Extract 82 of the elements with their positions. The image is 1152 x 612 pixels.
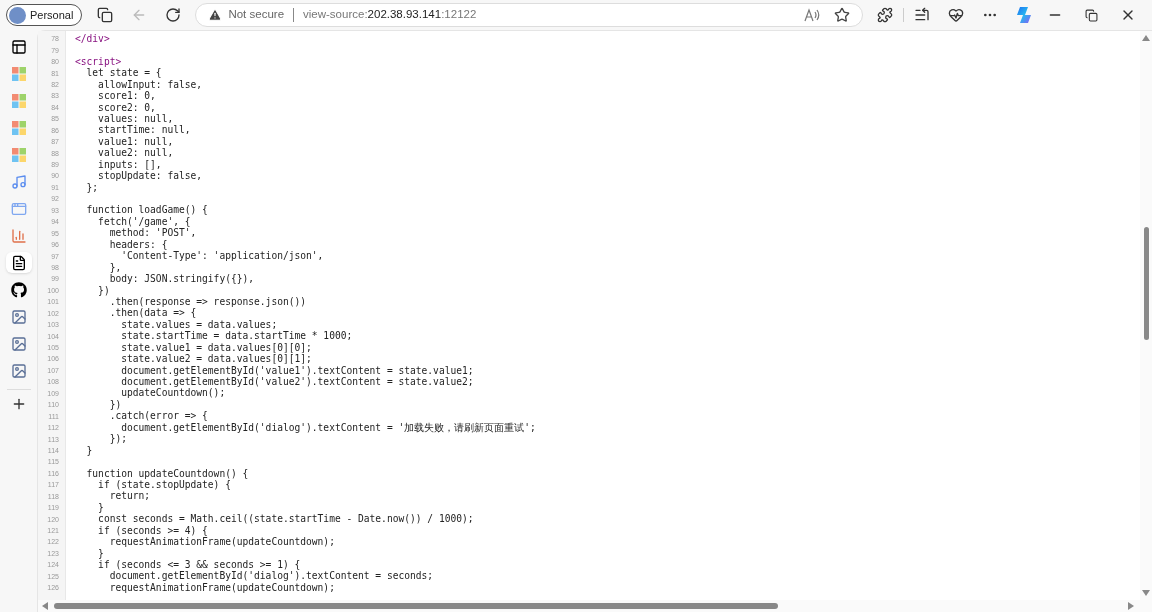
- code-line: state.startTime = data.startTime * 1000;: [120, 331, 353, 341]
- code-line: inputs: [],: [97, 159, 162, 170]
- code-line: }: [97, 502, 104, 513]
- read-aloud-icon[interactable]: [804, 8, 821, 22]
- code-line: }): [108, 399, 122, 410]
- code-line: function updateCountdown() {: [85, 468, 249, 479]
- code-line: state.values = data.values;: [120, 319, 278, 330]
- code-line: state.value2 = data.values[0][1];: [120, 354, 312, 364]
- security-label: Not secure: [228, 7, 285, 23]
- code-line: };: [85, 182, 99, 193]
- app-grid-icon: [11, 147, 26, 162]
- extensions-icon[interactable]: [877, 7, 894, 23]
- image-icon: [10, 362, 27, 379]
- window-icon: [10, 200, 27, 217]
- code-line: },: [108, 262, 122, 273]
- code-line: if (state.stopUpdate) {: [97, 480, 231, 490]
- code-line: headers: {: [108, 239, 168, 250]
- code-line: fetch('/game', {: [97, 216, 191, 227]
- code-line: startTime: null,: [97, 125, 191, 135]
- avatar-icon: [9, 6, 26, 24]
- code-line: .then(data => {: [108, 308, 197, 318]
- browser-essentials-icon[interactable]: [948, 7, 965, 23]
- code-line: .catch(error => {: [108, 411, 208, 421]
- code-line: document.getElementById('dialog').textContent = '加载失败，请刷新页面重试';: [120, 422, 536, 433]
- scroll-down-icon[interactable]: [1142, 590, 1150, 596]
- code-line: body: JSON.stringify({}),: [108, 274, 255, 284]
- app-grid-icon: [11, 66, 26, 81]
- code-line: values: null,: [97, 114, 174, 124]
- code-line: document.getElementById('dialog').textContent = seconds;: [108, 571, 434, 582]
- code-line: 'Content-Type': 'application/json',: [120, 251, 324, 261]
- sidebar-item[interactable]: [5, 252, 32, 273]
- scrollbar-thumb[interactable]: [1143, 227, 1149, 340]
- code-line: method: 'POST',: [109, 228, 197, 238]
- code-line: stopUpdate: false,: [97, 171, 203, 181]
- code-line: }): [97, 285, 110, 296]
- code-line: if (seconds >= 4) {: [97, 525, 208, 536]
- document-icon: [10, 254, 27, 271]
- address-bar[interactable]: Not secure view-source:202.38.93.141:12122: [195, 3, 864, 27]
- image-icon: [10, 308, 27, 325]
- scroll-left-icon[interactable]: [42, 602, 48, 610]
- vertical-scrollbar[interactable]: [1140, 31, 1152, 600]
- restore-icon[interactable]: [1085, 8, 1098, 22]
- code-line: });: [108, 434, 127, 444]
- profile-button[interactable]: Personal: [6, 4, 83, 26]
- code-line: </div>: [75, 33, 110, 44]
- refresh-icon[interactable]: [165, 7, 182, 23]
- code-line: }: [97, 548, 104, 559]
- scroll-right-icon[interactable]: [1128, 602, 1134, 610]
- warning-icon: [208, 8, 223, 22]
- code-line: .then(response => response.json()): [108, 297, 307, 307]
- url-text: view-source:202.38.93.141:12122: [303, 7, 477, 23]
- code-line: state.value1 = data.values[0][0];: [120, 342, 312, 353]
- code-line: document.getElementById('value2').textContent = state.value2;: [120, 377, 474, 387]
- workspaces-icon[interactable]: [97, 7, 114, 23]
- app-grid-icon: [11, 120, 26, 135]
- code-line: requestAnimationFrame(updateCountdown);: [108, 582, 335, 593]
- code-line: if (seconds <= 3 && seconds >= 1) {: [97, 560, 301, 570]
- favorite-icon[interactable]: [834, 7, 851, 23]
- chart-icon: [10, 227, 27, 244]
- app-grid-icon: [11, 93, 26, 108]
- scrollbar-thumb[interactable]: [54, 603, 778, 609]
- code-line: updateCountdown();: [120, 388, 226, 399]
- horizontal-scrollbar[interactable]: [38, 600, 1152, 612]
- code-line: function loadGame() {: [85, 205, 208, 216]
- code-line: value1: null,: [97, 136, 174, 147]
- code-line: document.getElementById('value1').textContent = state.value1;: [120, 365, 474, 376]
- code-line: score1: 0,: [97, 91, 156, 101]
- code-line: let state = {: [85, 68, 162, 78]
- code-line: <script>: [75, 56, 122, 67]
- code-line: }: [85, 445, 93, 456]
- code-line: allowInput: false,: [97, 79, 203, 90]
- music-icon: [10, 173, 27, 190]
- tabs-icon: [10, 38, 27, 55]
- code-line: return;: [108, 491, 151, 501]
- favorites-icon[interactable]: [914, 7, 931, 23]
- code-line: value2: null,: [97, 148, 174, 158]
- github-icon: [10, 281, 27, 298]
- code-line: score2: 0,: [97, 102, 156, 113]
- code-line: requestAnimationFrame(updateCountdown);: [108, 537, 335, 547]
- scroll-up-icon[interactable]: [1142, 35, 1150, 41]
- image-icon: [10, 335, 27, 352]
- code-line: const seconds = Math.ceil((state.startTime - Date.now()) / 1000);: [97, 514, 474, 524]
